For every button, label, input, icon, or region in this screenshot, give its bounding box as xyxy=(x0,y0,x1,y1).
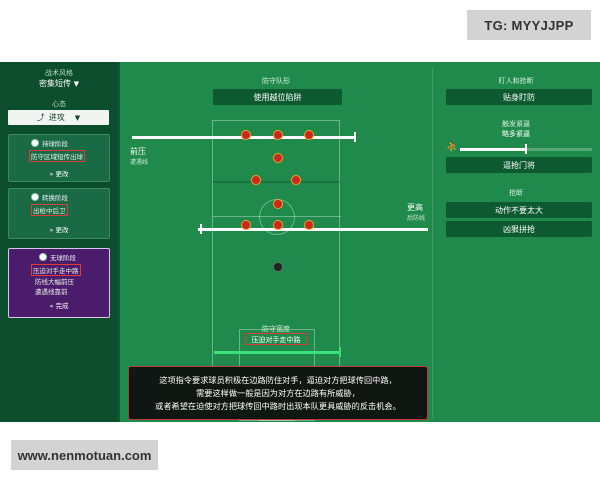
tooltip-line: 这项指令要求球员积极在边路防住对手，逼迫对方把球传回中路， xyxy=(159,374,397,385)
double-chevron-left-icon: « xyxy=(49,302,54,310)
tackling-header: 抢断 xyxy=(509,189,523,197)
slider-handle[interactable] xyxy=(339,347,341,357)
change-label: 更改 xyxy=(55,170,69,178)
panel-title: 持球阶段 xyxy=(42,140,68,148)
panel-instruction: 防线大幅前压 xyxy=(35,278,74,286)
panel-instruction: 压迫对手走中路 xyxy=(31,264,81,276)
pressing-slider[interactable] xyxy=(460,148,526,151)
player-marker[interactable] xyxy=(241,220,251,230)
mentality-value: 进攻 xyxy=(48,113,65,122)
watermark-bottom: www.nenmotuan.com xyxy=(11,440,158,470)
panel-title: 转换阶段 xyxy=(42,194,68,202)
press-goalkeeper-button[interactable]: 逼抢门将 xyxy=(446,157,592,173)
engagement-line-label: 前压 xyxy=(130,147,146,156)
panel-instruction: 防守区域短传出球 xyxy=(29,150,85,162)
slider-handle[interactable] xyxy=(200,224,202,234)
panel-instruction: 遭遇线靠前 xyxy=(35,288,68,296)
done-button[interactable]: « 完成 xyxy=(9,300,109,310)
done-label: 完成 xyxy=(55,302,69,310)
defensive-width-slider[interactable] xyxy=(214,351,340,354)
engagement-line-sub: 遭遇线 xyxy=(130,159,149,166)
player-marker[interactable] xyxy=(291,175,301,185)
player-marker[interactable] xyxy=(273,153,283,163)
player-marker[interactable] xyxy=(273,130,283,140)
defensive-line-label: 更高 xyxy=(407,203,423,212)
pressing-header: 触发紧逼 xyxy=(502,120,530,128)
change-label: 更改 xyxy=(55,226,69,234)
right-panel: 盯人和抢断 贴身盯防 触发紧逼 略多紧逼 ⛹ 逼抢门将 抢断 动作不要太大 凶狠… xyxy=(432,62,600,422)
panel-instruction: 出枪中后卫 xyxy=(31,204,68,216)
tactics-screen: 战术风格 密集短传 ▼ 心态 ⤴ 进攻 ▼ 持球阶段 防守区域短传出球 » 更改… xyxy=(0,62,600,422)
pressing-value: 略多紧逼 xyxy=(502,130,530,138)
mentality-label: 心态 xyxy=(52,100,66,108)
panel-title: 无球阶段 xyxy=(50,254,76,262)
running-figure-icon: ⛹ xyxy=(446,142,459,153)
goalkeeper-marker[interactable] xyxy=(273,262,283,272)
marking-header: 盯人和抢断 xyxy=(498,77,534,85)
transition-panel[interactable]: 转换阶段 出枪中后卫 » 更改 xyxy=(8,188,110,239)
tactic-style-label: 战术风格 xyxy=(45,69,73,77)
tooltip-line: 或者希望在迫使对方把球传回中路时出现本队更具威胁的反击机会。 xyxy=(155,400,401,411)
in-possession-panel[interactable]: 持球阶段 防守区域短传出球 » 更改 xyxy=(8,134,110,182)
offside-trap-button[interactable]: 使用越位陷阱 xyxy=(213,89,342,105)
sidebar: 战术风格 密集短传 ▼ 心态 ⤴ 进攻 ▼ 持球阶段 防守区域短传出球 » 更改… xyxy=(0,62,118,422)
double-chevron-right-icon: » xyxy=(49,226,54,234)
chevron-down-icon: ▼ xyxy=(73,80,79,88)
halfway-line xyxy=(213,216,341,217)
marking-button[interactable]: 贴身盯防 xyxy=(446,89,592,105)
mentality-dropdown[interactable]: ⤴ 进攻 ▼ xyxy=(8,110,109,125)
gear-icon xyxy=(31,139,39,147)
get-stuck-in-button[interactable]: 凶狠拼抢 xyxy=(446,221,592,237)
tactic-style-dropdown[interactable]: 密集短传 ▼ xyxy=(0,78,118,89)
stay-on-feet-button[interactable]: 动作不要太大 xyxy=(446,202,592,218)
player-marker[interactable] xyxy=(241,130,251,140)
player-marker[interactable] xyxy=(304,130,314,140)
tooltip-line: 需要这样做一般是因为对方在边路有所威胁， xyxy=(196,387,360,398)
defensive-line-slider[interactable] xyxy=(198,228,428,231)
defensive-line-sub: 后防线 xyxy=(407,215,426,222)
out-of-possession-panel[interactable]: 无球阶段 压迫对手走中路 防线大幅前压 遭遇线靠前 « 完成 xyxy=(8,248,110,318)
player-marker[interactable] xyxy=(251,175,261,185)
gear-icon xyxy=(31,193,39,201)
slider-handle[interactable] xyxy=(354,132,356,142)
defensive-shape-header: 防守队形 xyxy=(262,77,290,85)
defensive-width-value: 压迫对手走中路 xyxy=(251,336,301,344)
chevron-down-icon: ▼ xyxy=(74,113,81,122)
direction-arrow-icon: ⤴ xyxy=(36,113,45,122)
gear-icon xyxy=(39,253,47,261)
tactic-style-value: 密集短传 xyxy=(39,79,72,88)
change-button[interactable]: » 更改 xyxy=(9,168,109,178)
player-marker[interactable] xyxy=(304,220,314,230)
instruction-tooltip: 这项指令要求球员积极在边路防住对手，逼迫对方把球传回中路， 需要这样做一般是因为… xyxy=(128,366,428,420)
change-button[interactable]: » 更改 xyxy=(9,224,109,234)
watermark-top: TG: MYYJJPP xyxy=(467,10,591,40)
double-chevron-right-icon: » xyxy=(49,170,54,178)
player-marker[interactable] xyxy=(273,199,283,209)
player-marker[interactable] xyxy=(273,220,283,230)
